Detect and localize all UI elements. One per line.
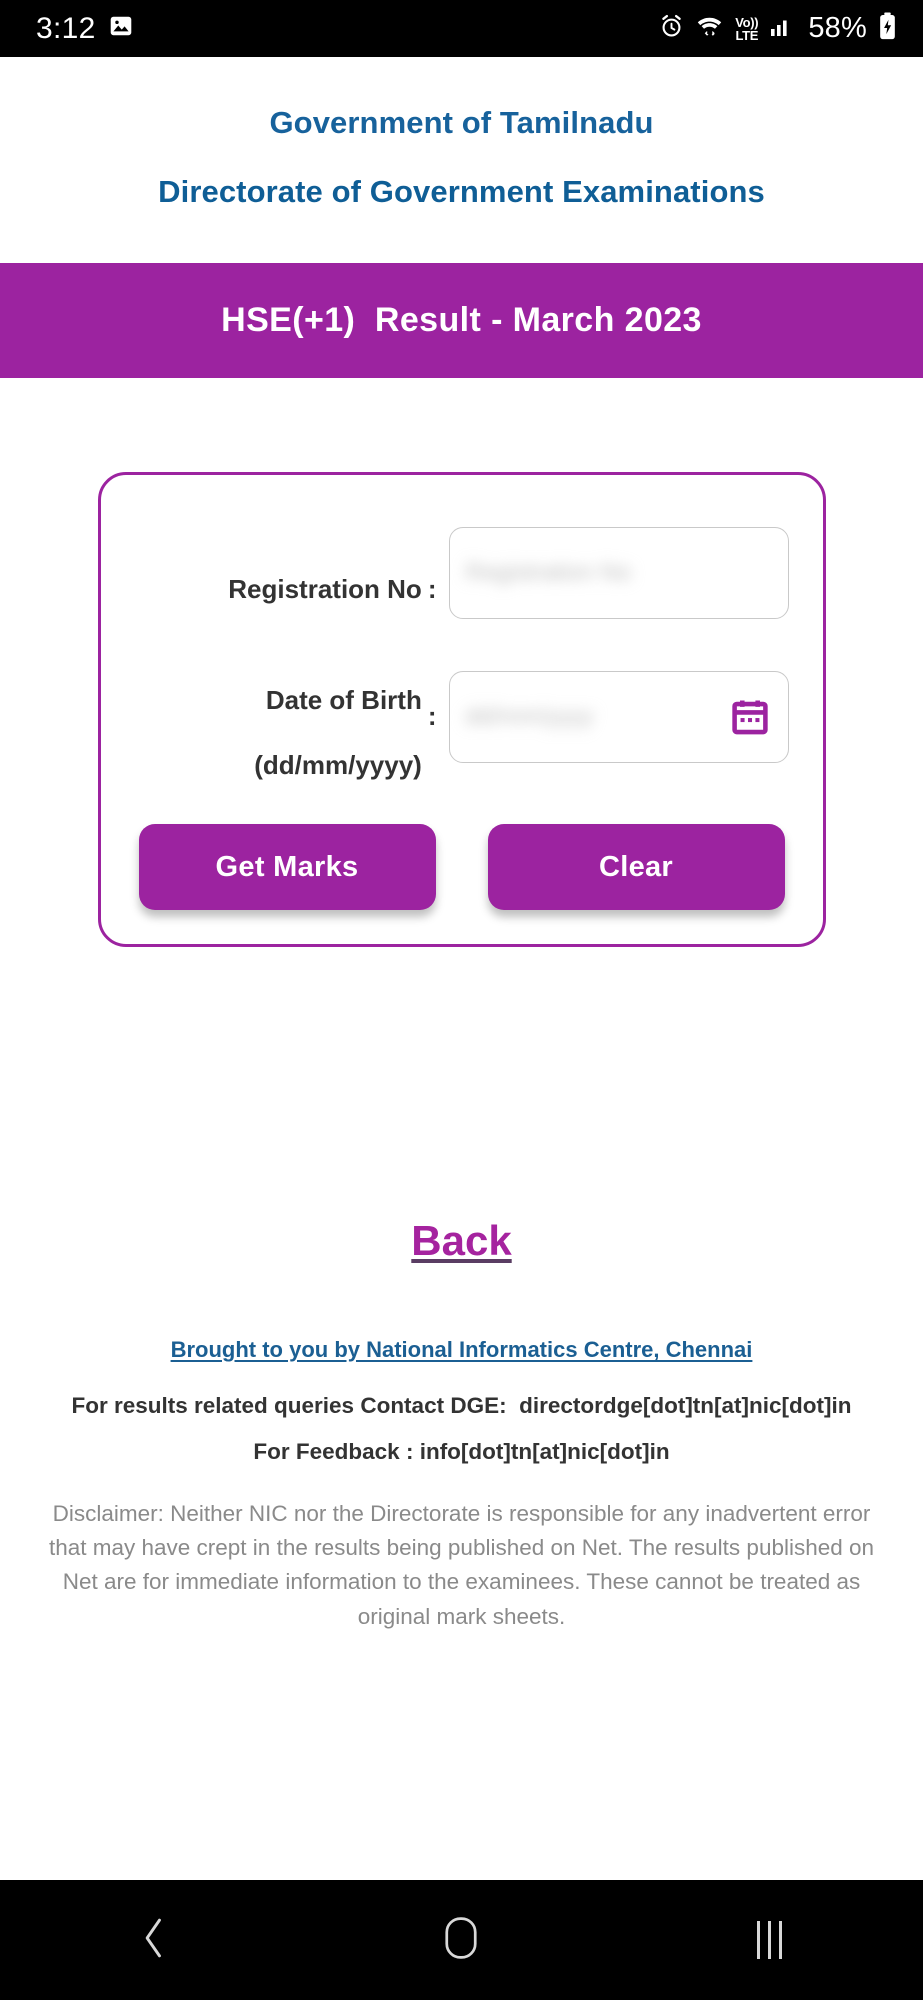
get-marks-button[interactable]: Get Marks bbox=[138, 824, 436, 910]
dob-label-line1: Date of Birth bbox=[265, 684, 422, 715]
volte-bottom-label: LTE bbox=[735, 27, 759, 43]
dob-label-line2: (dd/mm/yyyy) bbox=[254, 750, 422, 781]
back-link-wrapper: Back bbox=[0, 1217, 923, 1265]
image-icon bbox=[108, 13, 134, 44]
status-bar-left: 3:12 bbox=[36, 12, 134, 46]
contact-dge-line: For results related queries Contact DGE:… bbox=[71, 1393, 852, 1418]
status-bar: 3:12 Vo)) LTE 58% bbox=[0, 0, 923, 57]
dob-input[interactable]: dd/mm/yyyy bbox=[448, 670, 789, 763]
status-bar-clock: 3:12 bbox=[36, 11, 96, 45]
back-chevron-icon bbox=[137, 1916, 171, 1965]
android-nav-bar bbox=[0, 1880, 923, 2000]
dob-field-row: Date of Birth (dd/mm/yyyy) : dd/mm/yyyy bbox=[135, 651, 789, 782]
result-banner-title: HSE(+1) Result - March 2023 bbox=[221, 301, 702, 339]
recents-bar bbox=[767, 1921, 771, 1959]
phone-screen: 3:12 Vo)) LTE 58% Government of Tamilnad… bbox=[0, 0, 923, 2000]
home-icon bbox=[443, 1916, 479, 1965]
signal-bars-icon bbox=[769, 15, 793, 42]
disclaimer-text: Disclaimer: Neither NIC nor the Director… bbox=[48, 1501, 875, 1629]
back-link[interactable]: Back bbox=[411, 1217, 511, 1265]
page-title-government: Government of Tamilnadu bbox=[269, 105, 654, 140]
nav-back-button[interactable] bbox=[84, 1880, 224, 2000]
result-form-card: Registration No: Registration No Date of… bbox=[97, 472, 826, 947]
page-title-directorate: Directorate of Government Examinations bbox=[158, 174, 765, 209]
volte-icon: Vo)) LTE bbox=[735, 16, 758, 42]
result-banner: HSE(+1) Result - March 2023 bbox=[0, 263, 923, 378]
alarm-icon bbox=[659, 14, 684, 44]
nic-credit-link[interactable]: Brought to you by National Informatics C… bbox=[171, 1337, 753, 1363]
recents-bar bbox=[756, 1921, 760, 1959]
form-buttons: Get Marks Clear bbox=[135, 824, 789, 910]
recents-bar bbox=[778, 1921, 782, 1959]
dob-label-text: Date of Birth (dd/mm/yyyy) bbox=[254, 651, 422, 782]
wifi-icon bbox=[695, 14, 724, 44]
feedback-line: For Feedback : info[dot]tn[at]nic[dot]in bbox=[253, 1439, 670, 1464]
registration-input[interactable]: Registration No bbox=[448, 527, 789, 619]
calendar-icon[interactable] bbox=[728, 695, 772, 739]
volte-top-label: Vo)) bbox=[735, 14, 759, 30]
nav-recents-button[interactable] bbox=[699, 1880, 839, 2000]
dob-input-placeholder: dd/mm/yyyy bbox=[465, 702, 594, 730]
battery-charging-icon bbox=[878, 12, 897, 45]
dob-label: Date of Birth (dd/mm/yyyy) : bbox=[254, 651, 448, 782]
registration-label-text: Registration No bbox=[228, 574, 422, 604]
footer: Brought to you by National Informatics C… bbox=[0, 1337, 923, 1634]
recents-icon bbox=[756, 1921, 782, 1959]
registration-input-placeholder: Registration No bbox=[465, 559, 631, 586]
registration-label-colon: : bbox=[427, 574, 437, 604]
clear-button[interactable]: Clear bbox=[487, 824, 785, 910]
dob-label-colon: : bbox=[427, 700, 437, 731]
nav-home-button[interactable] bbox=[391, 1880, 531, 2000]
registration-label: Registration No: bbox=[228, 540, 448, 607]
status-bar-right: Vo)) LTE 58% bbox=[659, 12, 897, 45]
page-content: Government of Tamilnadu Directorate of G… bbox=[0, 57, 923, 1880]
battery-percent-label: 58% bbox=[808, 12, 867, 44]
registration-field-row: Registration No: Registration No bbox=[135, 527, 789, 619]
